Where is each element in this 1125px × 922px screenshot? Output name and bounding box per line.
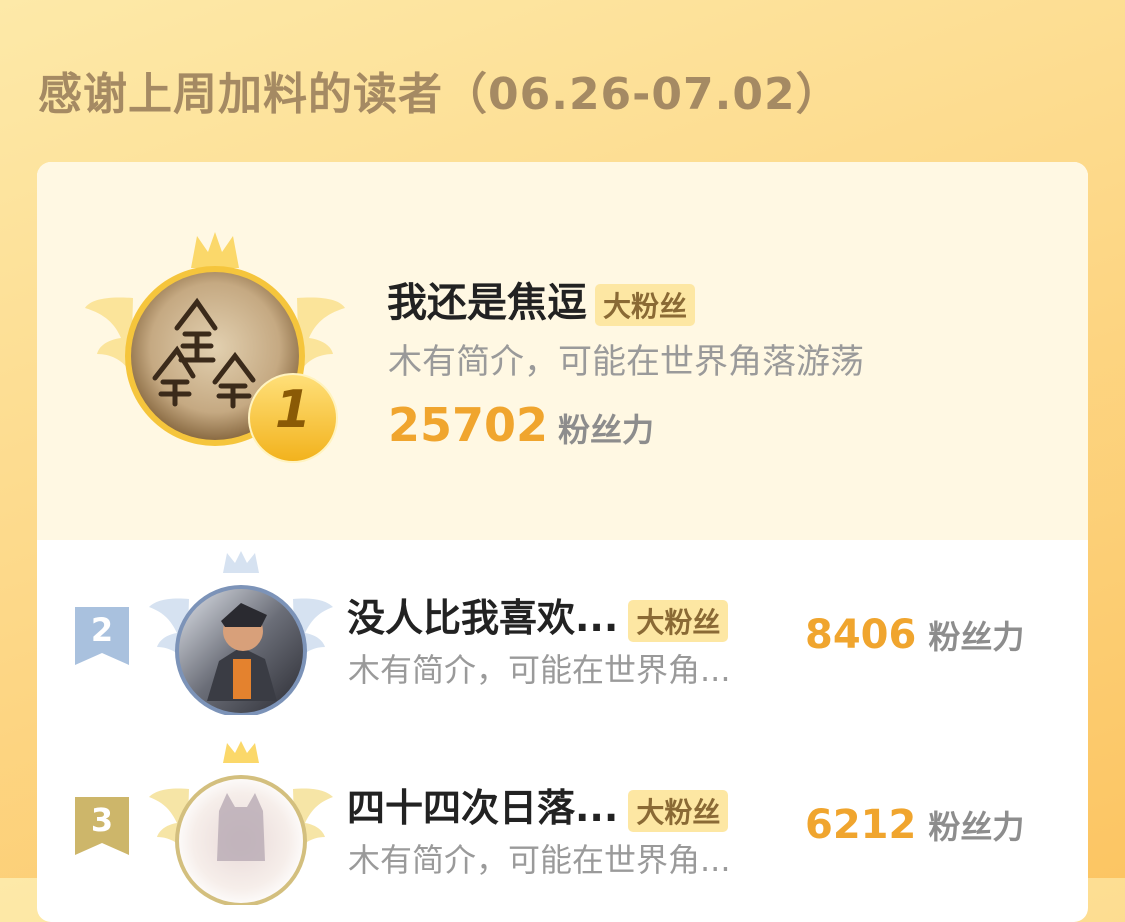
reader-3-name[interactable]: 四十四次日落... xyxy=(347,786,618,830)
reader-3-unit: 粉丝力 xyxy=(928,808,1025,846)
reader-1-score-line: 25702 粉丝力 xyxy=(388,398,654,452)
rank-1-number: 1 xyxy=(274,380,312,440)
reader-3-avatar-frame xyxy=(149,741,333,907)
ranking-card: 1 我还是焦逗 大粉丝 木有简介，可能在世界角落游荡 25702 粉丝力 2 没… xyxy=(37,162,1088,922)
reader-3-badge: 大粉丝 xyxy=(628,789,729,832)
reader-3-name-line: 四十四次日落... 大粉丝 xyxy=(347,777,729,832)
reader-3-score: 6212 xyxy=(805,802,917,848)
silver-wings-icon xyxy=(149,551,333,717)
reader-1-name[interactable]: 我还是焦逗 xyxy=(387,280,587,326)
reader-2-score: 8406 xyxy=(805,612,917,658)
reader-2-bio: 木有简介，可能在世界角... xyxy=(348,651,731,689)
reader-2-name-line: 没人比我喜欢... 大粉丝 xyxy=(347,587,729,642)
page-title: 感谢上周加料的读者（06.26-07.02） xyxy=(38,69,841,120)
reader-1-bio: 木有简介，可能在世界角落游荡 xyxy=(388,342,864,382)
rank-3-flag: 3 xyxy=(75,797,129,855)
reader-1-score: 25702 xyxy=(388,398,549,452)
bronze-wings-icon xyxy=(149,741,333,907)
top-reader-avatar-frame: 1 xyxy=(85,228,345,468)
reader-3-score-line: 6212 粉丝力 xyxy=(805,802,1024,848)
reader-row-2[interactable]: 2 没人比我喜欢... 大粉丝 木有简介，可能在世界角... 8406 粉丝力 xyxy=(37,551,1088,747)
reader-2-avatar-frame xyxy=(149,551,333,717)
rank-2-number: 2 xyxy=(90,611,114,649)
reader-1-unit: 粉丝力 xyxy=(558,411,655,449)
reader-2-name[interactable]: 没人比我喜欢... xyxy=(347,596,618,640)
rank-2-flag: 2 xyxy=(75,607,129,665)
top-reader-section[interactable]: 1 我还是焦逗 大粉丝 木有简介，可能在世界角落游荡 25702 粉丝力 xyxy=(37,162,1088,540)
rank-3-number: 3 xyxy=(90,801,114,839)
reader-1-badge: 大粉丝 xyxy=(595,284,696,326)
reader-row-3[interactable]: 3 四十四次日落... 大粉丝 木有简介，可能在世界角... 6212 粉丝力 xyxy=(37,741,1088,922)
reader-1-name-line: 我还是焦逗 大粉丝 xyxy=(387,270,696,328)
reader-2-unit: 粉丝力 xyxy=(928,618,1025,656)
reader-3-bio: 木有简介，可能在世界角... xyxy=(348,841,731,879)
reader-2-score-line: 8406 粉丝力 xyxy=(805,612,1024,658)
reader-2-badge: 大粉丝 xyxy=(628,599,729,642)
